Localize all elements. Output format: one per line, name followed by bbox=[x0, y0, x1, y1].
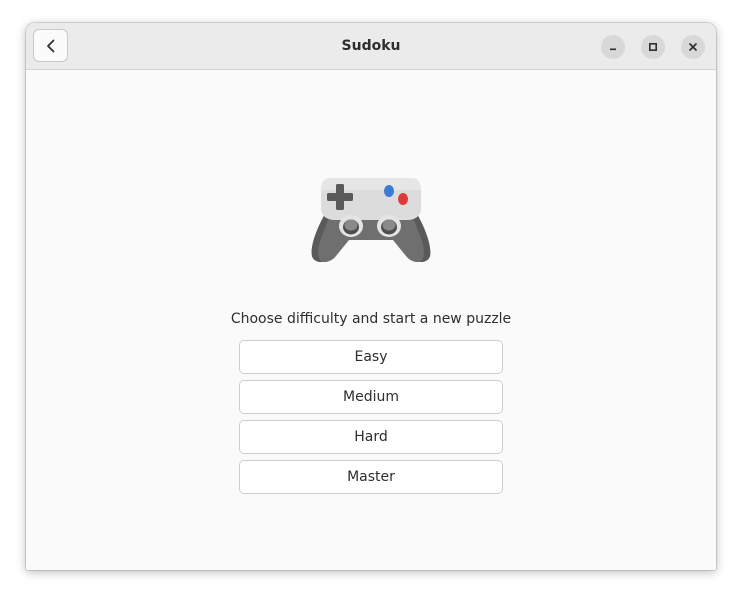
master-button[interactable]: Master bbox=[239, 460, 503, 494]
main-content: Choose difficulty and start a new puzzle… bbox=[26, 70, 716, 570]
minimize-button[interactable] bbox=[601, 35, 625, 59]
headerbar: Sudoku bbox=[26, 23, 716, 70]
close-button[interactable] bbox=[681, 35, 705, 59]
difficulty-prompt: Choose difficulty and start a new puzzle bbox=[230, 311, 512, 327]
maximize-button[interactable] bbox=[641, 35, 665, 59]
gamepad-icon bbox=[311, 178, 431, 262]
app-window: Sudoku Choose difficulty and start a new… bbox=[26, 23, 716, 570]
medium-button[interactable]: Medium bbox=[239, 380, 503, 414]
minimize-icon bbox=[610, 48, 616, 51]
close-icon bbox=[689, 43, 697, 51]
easy-button[interactable]: Easy bbox=[239, 340, 503, 374]
hard-button[interactable]: Hard bbox=[239, 420, 503, 454]
maximize-icon bbox=[648, 42, 658, 52]
